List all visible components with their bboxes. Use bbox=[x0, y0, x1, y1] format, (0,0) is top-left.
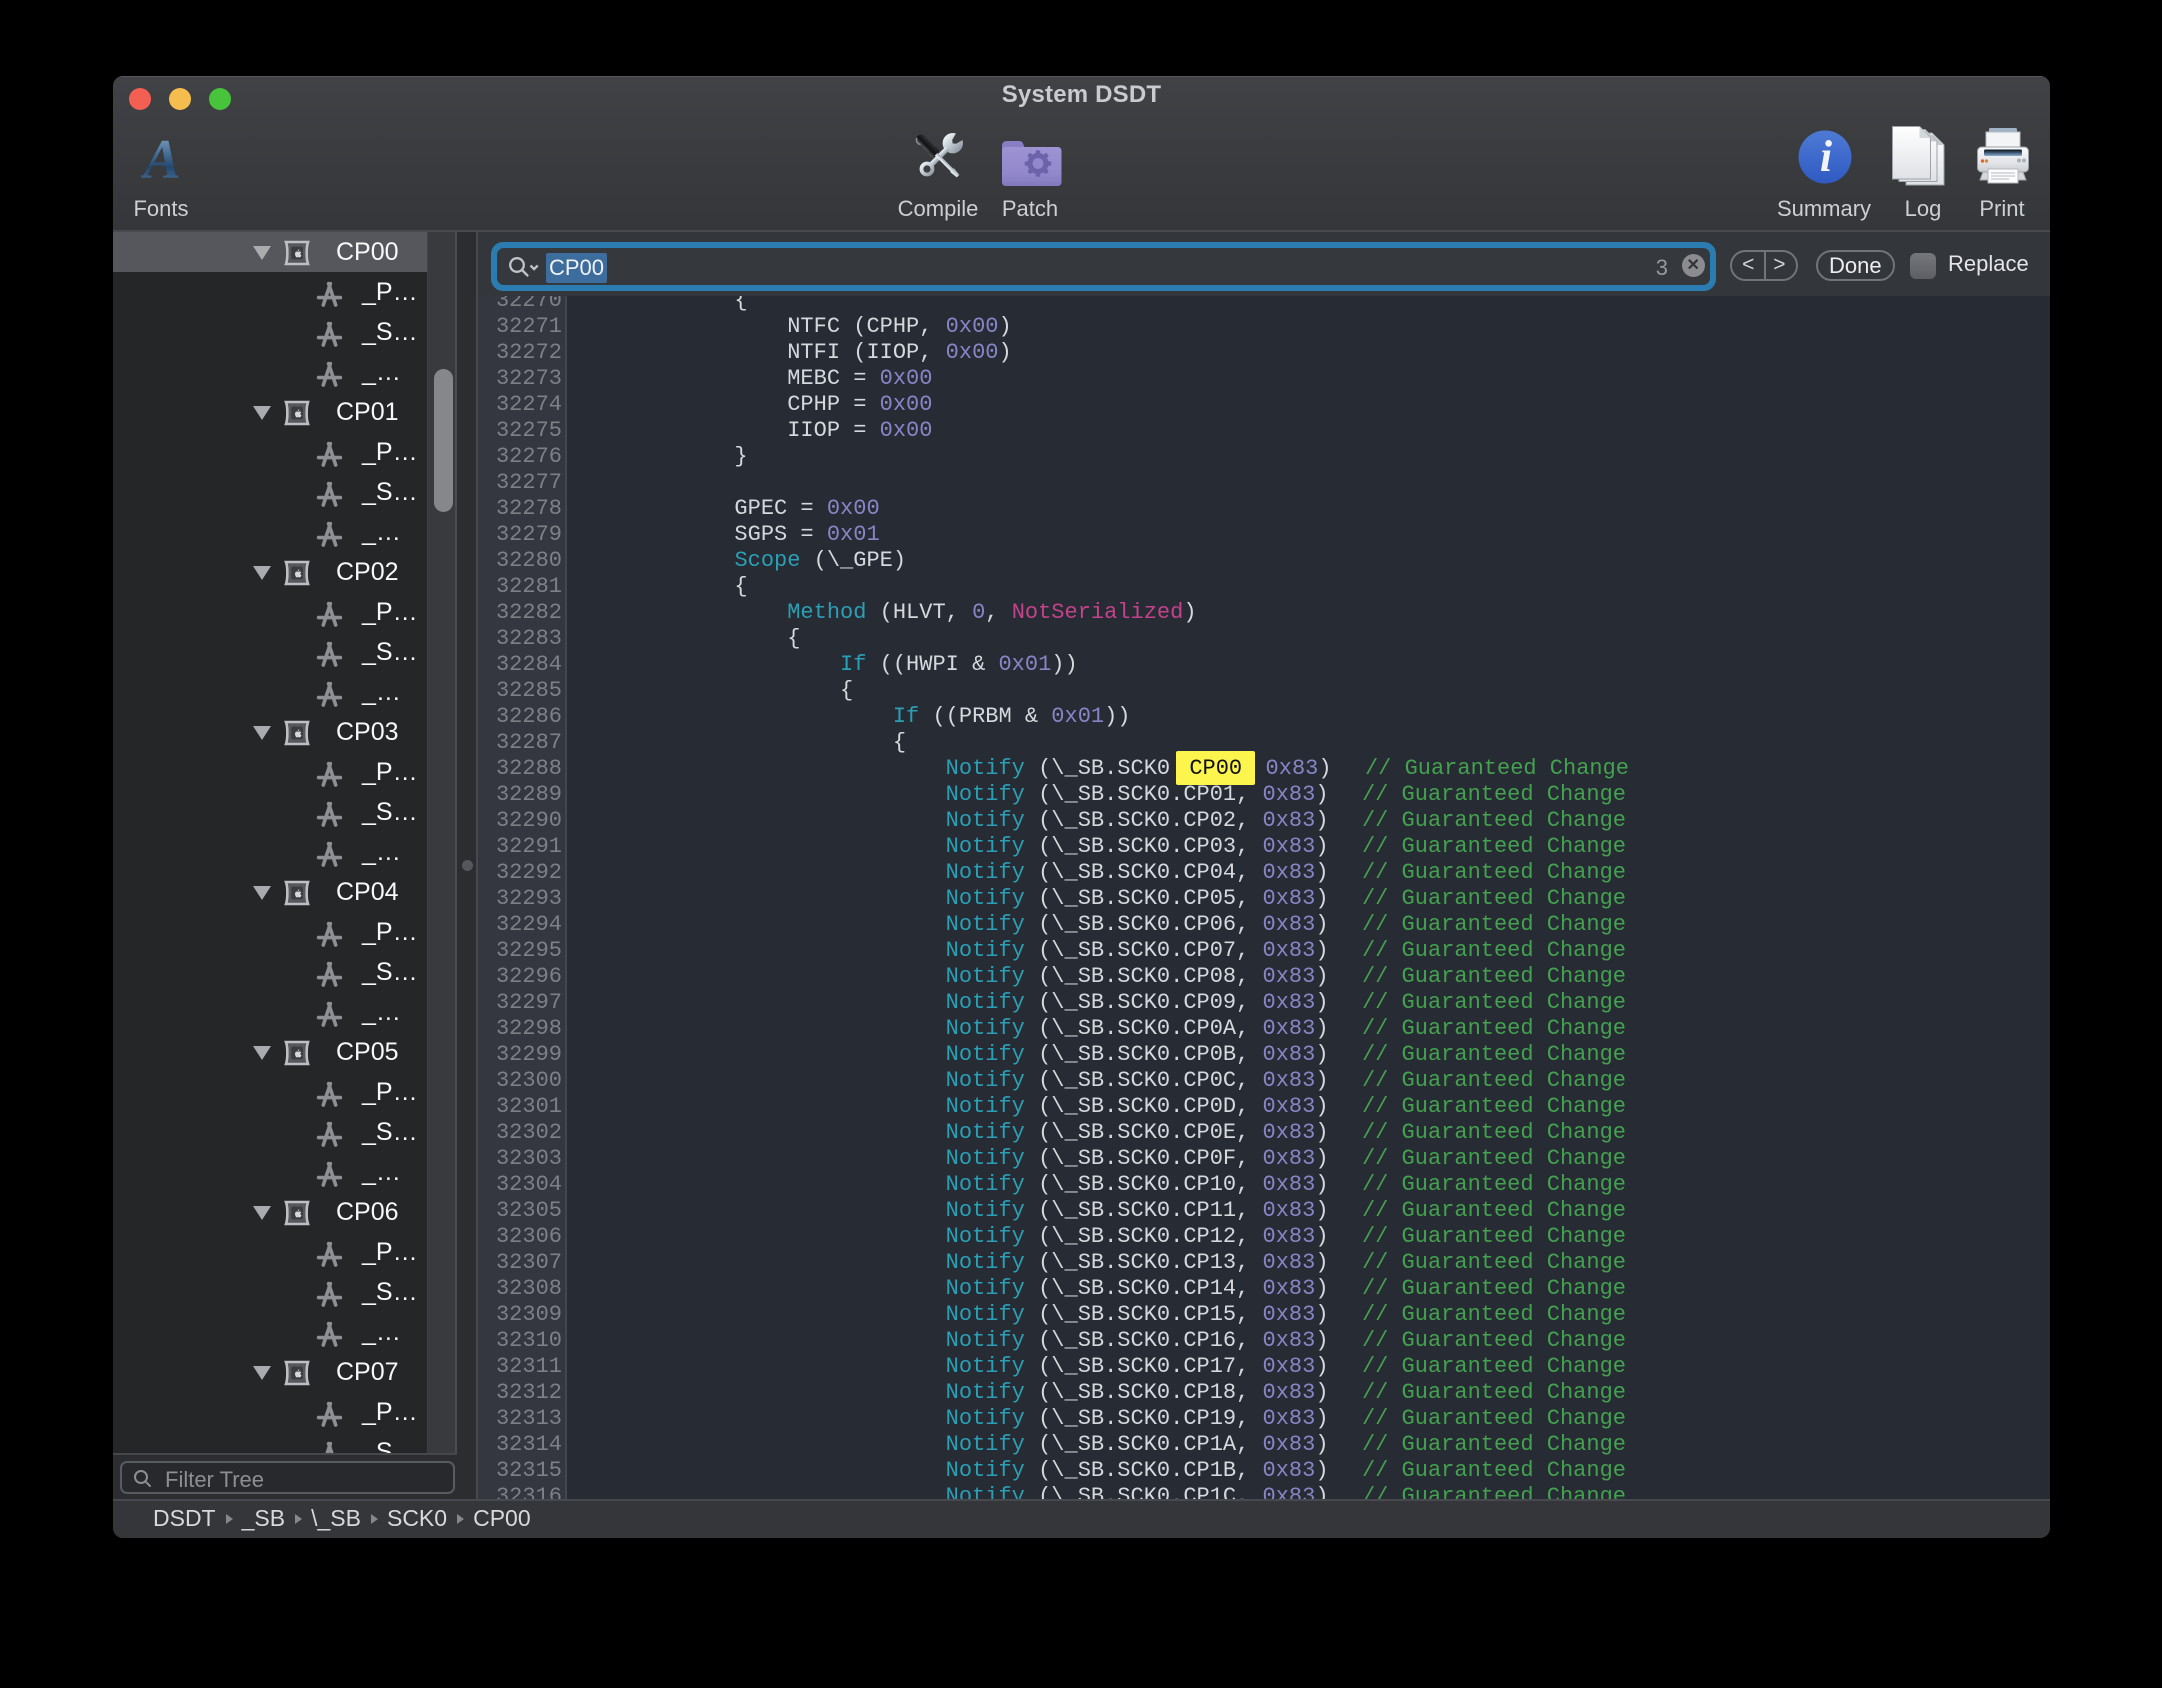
svg-text:A: A bbox=[141, 132, 181, 188]
svg-text:i: i bbox=[1820, 132, 1833, 181]
